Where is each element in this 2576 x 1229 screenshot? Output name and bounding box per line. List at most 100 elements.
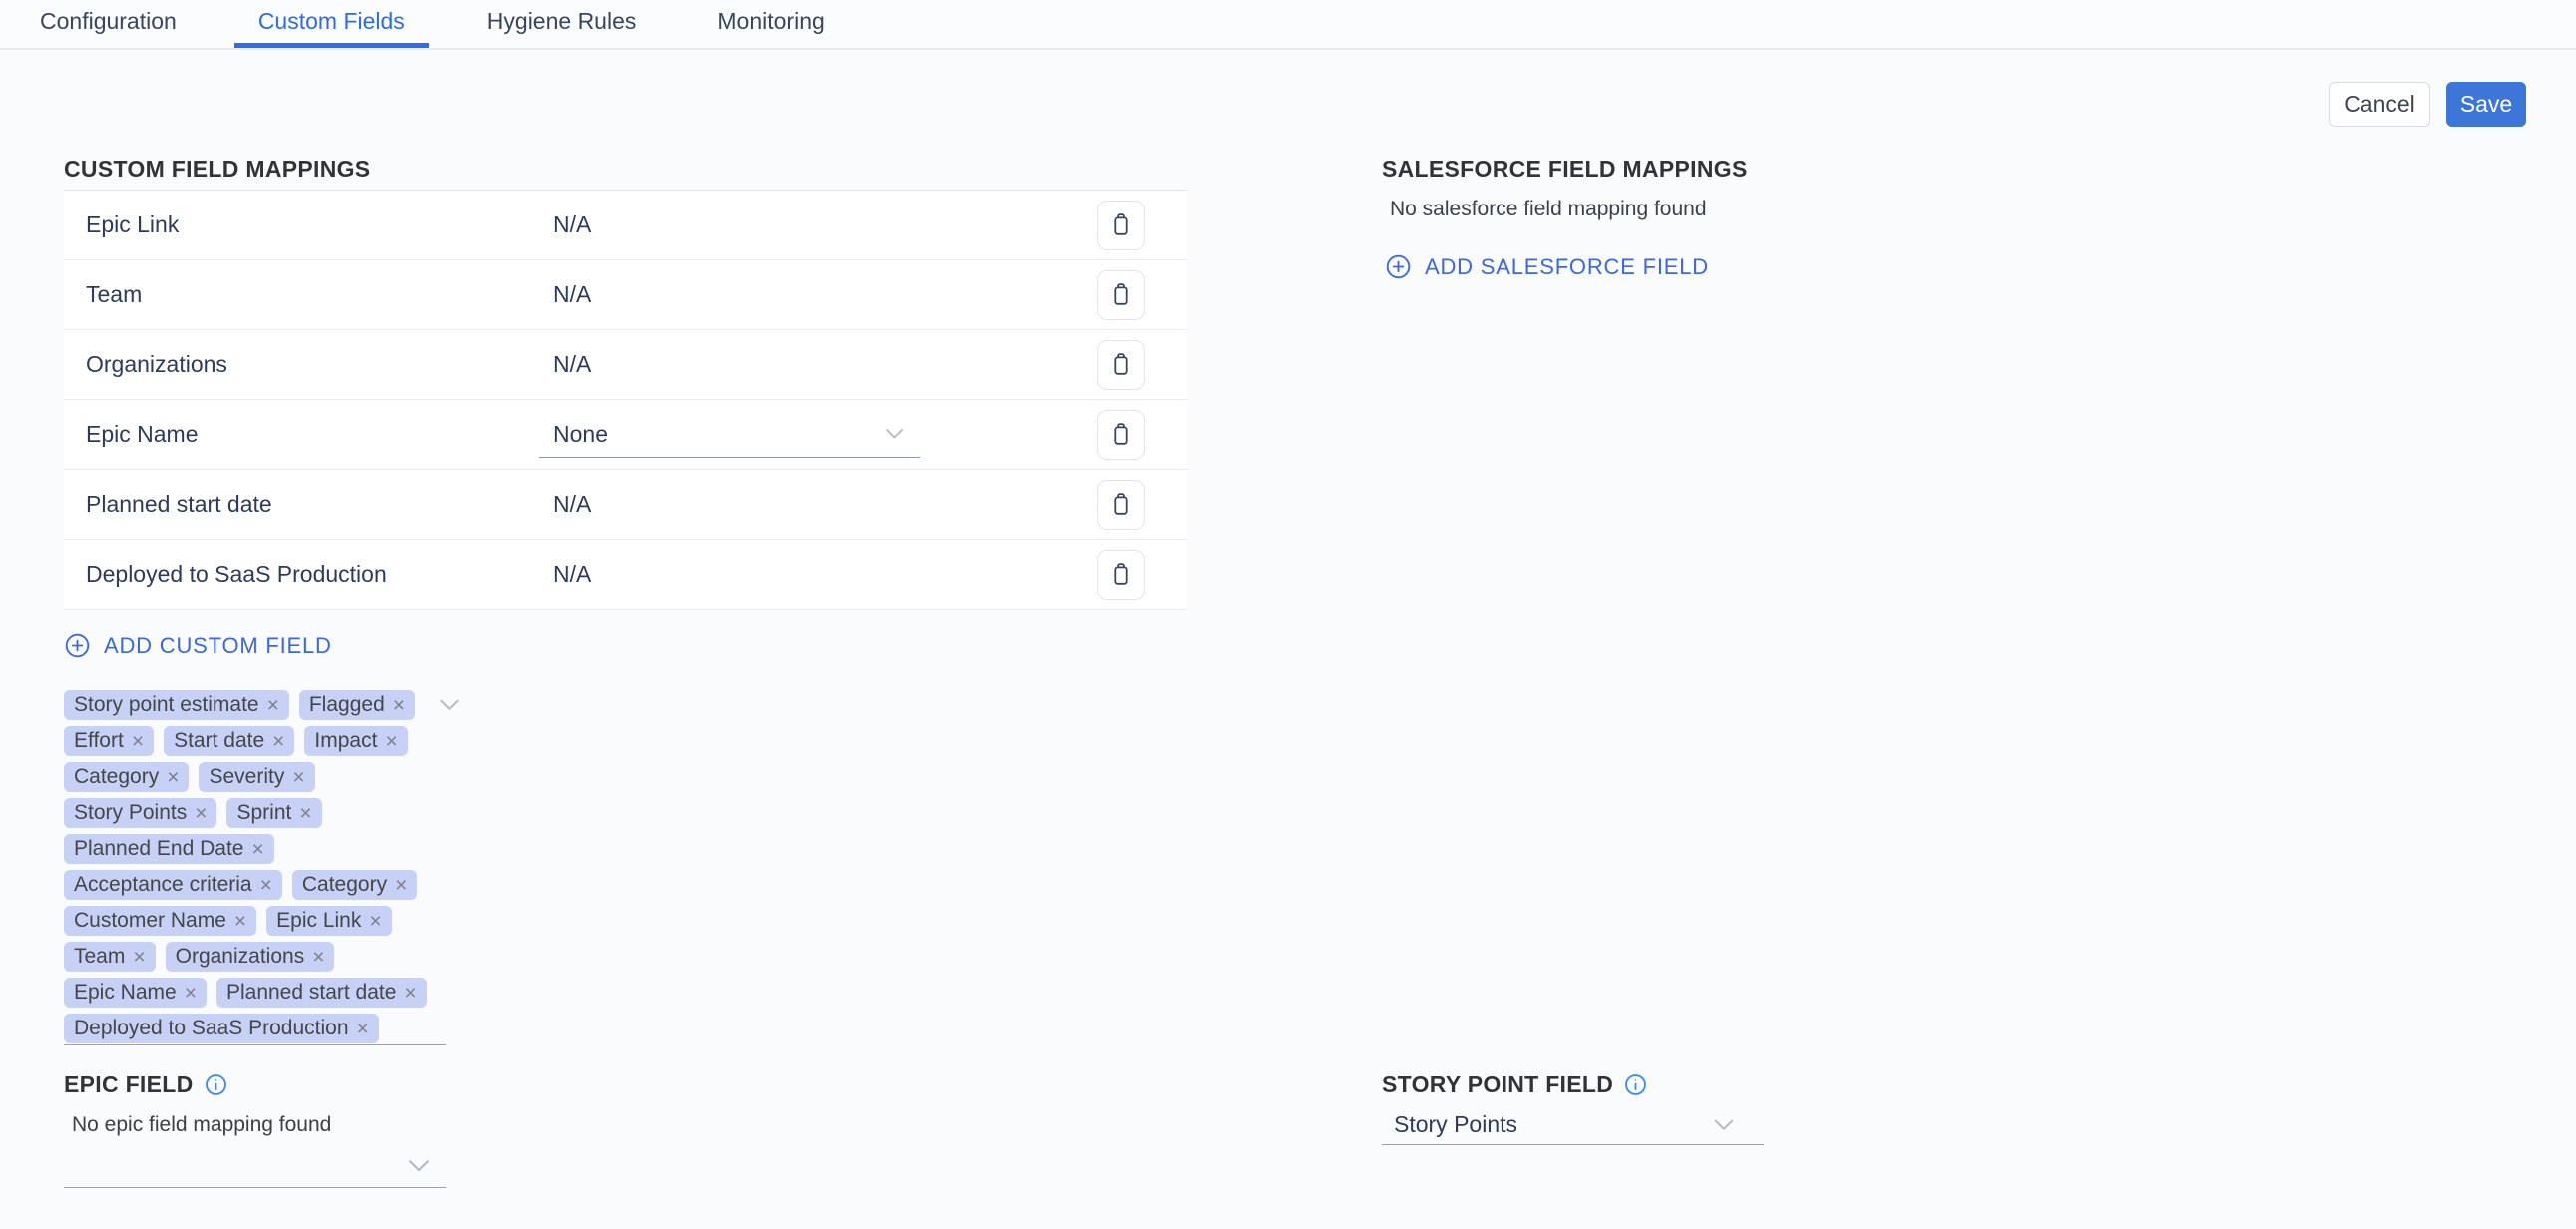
chip-planned-start-date: Planned start date × [216, 978, 427, 1008]
chip-remove-icon[interactable]: × [395, 875, 407, 896]
add-custom-field-button[interactable]: ADD CUSTOM FIELD [64, 632, 332, 659]
salesforce-field-mappings-title: SALESFORCE FIELD MAPPINGS [1382, 156, 1748, 183]
chip-remove-icon[interactable]: × [133, 947, 145, 968]
chip-remove-icon[interactable]: × [369, 911, 381, 932]
chip-label: Planned End Date [74, 837, 243, 861]
chip-remove-icon[interactable]: × [312, 947, 324, 968]
field-value: N/A [553, 281, 591, 308]
field-name: Organizations [64, 351, 539, 378]
custom-field-mappings-table: Epic LinkN/ATeamN/AOrganizationsN/AEpic … [64, 190, 1187, 610]
salesforce-empty-message: No salesforce field mapping found [1390, 198, 1707, 221]
chip-remove-icon[interactable]: × [292, 767, 304, 788]
add-salesforce-field-button[interactable]: ADD SALESFORCE FIELD [1385, 253, 1709, 280]
chip-label: Planned start date [226, 981, 396, 1005]
section-title-text: STORY POINT FIELD [1382, 1071, 1613, 1098]
chip-start-date: Start date× [164, 726, 294, 756]
chip-severity: Severity × [199, 762, 314, 792]
chip-remove-icon[interactable]: × [195, 803, 207, 824]
select-arrow [1714, 1119, 1734, 1131]
trash-icon [1108, 561, 1134, 588]
chip-remove-icon[interactable]: × [299, 803, 311, 824]
plus-circle-icon [1385, 253, 1412, 280]
epic-field-empty-message: No epic field mapping found [72, 1113, 331, 1137]
chip-effort: Effort × [64, 726, 154, 756]
chip-remove-icon[interactable]: × [357, 1019, 369, 1039]
delete-deployed-to-saas-production-button[interactable] [1097, 550, 1145, 600]
chip-remove-icon[interactable]: × [404, 983, 416, 1004]
chip-organizations: Organizations × [166, 942, 335, 972]
trash-icon [1108, 281, 1134, 308]
info-icon[interactable] [204, 1072, 228, 1097]
chip-team: Team × [64, 942, 156, 972]
chevron-down-icon [439, 699, 460, 711]
form-actions: Cancel Save [2329, 82, 2526, 127]
chip-label: Epic Link [276, 909, 361, 933]
chip-remove-icon[interactable]: × [272, 731, 284, 752]
custom-field-row-deployed-to-saas-production: Deployed to SaaS Production N/A [64, 540, 1187, 610]
tab-custom-fields[interactable]: Custom Fields [234, 0, 429, 48]
custom-fields-column: CUSTOM FIELD MAPPINGS Epic LinkN/ATeamN/… [64, 148, 1187, 1205]
chip-remove-icon[interactable]: × [185, 983, 197, 1004]
chip-remove-icon[interactable]: × [251, 839, 263, 860]
cancel-button[interactable]: Cancel [2329, 82, 2430, 127]
epic-name-select[interactable]: None [539, 412, 920, 458]
delete-epic-name-button[interactable] [1097, 410, 1145, 460]
tab-configuration[interactable]: Configuration [16, 0, 201, 48]
chip-row: Category × Severity × [64, 762, 583, 792]
chip-remove-icon[interactable]: × [393, 695, 405, 716]
chip-label: Category [74, 765, 159, 789]
chip-row: Deployed to SaaS Production × [64, 1014, 583, 1043]
chip-remove-icon[interactable]: × [267, 695, 279, 716]
custom-field-row-epic-link: Epic LinkN/A [64, 191, 1187, 260]
chip-acceptance-criteria: Acceptance criteria× [64, 870, 282, 900]
delete-team-button[interactable] [1097, 270, 1145, 320]
select-value: None [539, 421, 608, 448]
chip-label: Impact [314, 729, 377, 753]
save-button[interactable]: Save [2446, 82, 2526, 127]
story-point-field-select[interactable]: Story Points [1382, 1105, 1764, 1145]
trash-icon [1108, 491, 1134, 518]
field-name: Deployed to SaaS Production [64, 561, 539, 588]
tab-hygiene-rules[interactable]: Hygiene Rules [463, 0, 660, 48]
story-point-field-title: STORY POINT FIELD [1382, 1071, 1648, 1098]
trash-icon [1108, 351, 1134, 378]
epic-field-select[interactable] [64, 1145, 446, 1188]
chip-label: Sprint [236, 801, 291, 825]
chip-remove-icon[interactable]: × [260, 875, 272, 896]
chevron-down-icon [408, 1160, 430, 1173]
tab-bar: Configuration Custom Fields Hygiene Rules M… [0, 0, 2576, 50]
tab-monitoring[interactable]: Monitoring [693, 0, 848, 48]
delete-epic-link-button[interactable] [1097, 201, 1145, 250]
chip-remove-icon[interactable]: × [385, 731, 397, 752]
chips-expand-toggle[interactable] [439, 699, 460, 711]
chip-epic-name: Epic Name × [64, 978, 207, 1008]
delete-planned-start-date-button[interactable] [1097, 480, 1145, 530]
chip-remove-icon[interactable]: × [167, 767, 179, 788]
chip-row: Team × Organizations × [64, 942, 583, 972]
delete-organizations-button[interactable] [1097, 340, 1145, 390]
trash-icon [1108, 421, 1134, 448]
chip-label: Category [302, 873, 387, 897]
chip-row: Planned End Date × [64, 834, 583, 864]
info-icon[interactable] [1623, 1072, 1648, 1097]
select-arrow [408, 1160, 430, 1173]
chip-label: Deployed to SaaS Production [74, 1017, 349, 1040]
chip-remove-icon[interactable]: × [132, 731, 144, 752]
chip-row: Epic Name × Planned start date × [64, 978, 583, 1008]
chip-label: Organizations [176, 945, 305, 969]
epic-field-title: EPIC FIELD [64, 1071, 228, 1098]
chip-remove-icon[interactable]: × [234, 911, 246, 932]
chip-label: Team [74, 945, 125, 969]
chip-epic-link: Epic Link × [266, 906, 391, 936]
chip-label: Severity [209, 765, 284, 789]
salesforce-column: SALESFORCE FIELD MAPPINGS No salesforce … [1382, 148, 2526, 1205]
chip-label: Epic Name [74, 981, 177, 1005]
field-value: N/A [553, 561, 591, 588]
chip-label: Effort [74, 729, 124, 753]
chevron-down-icon [885, 429, 904, 440]
custom-field-row-team: TeamN/A [64, 260, 1187, 330]
add-custom-field-label: ADD CUSTOM FIELD [104, 633, 332, 659]
chip-row: Acceptance criteria× Category × [64, 870, 583, 900]
chip-customer-name: Customer Name× [64, 906, 256, 936]
chip-label: Flagged [309, 693, 385, 717]
